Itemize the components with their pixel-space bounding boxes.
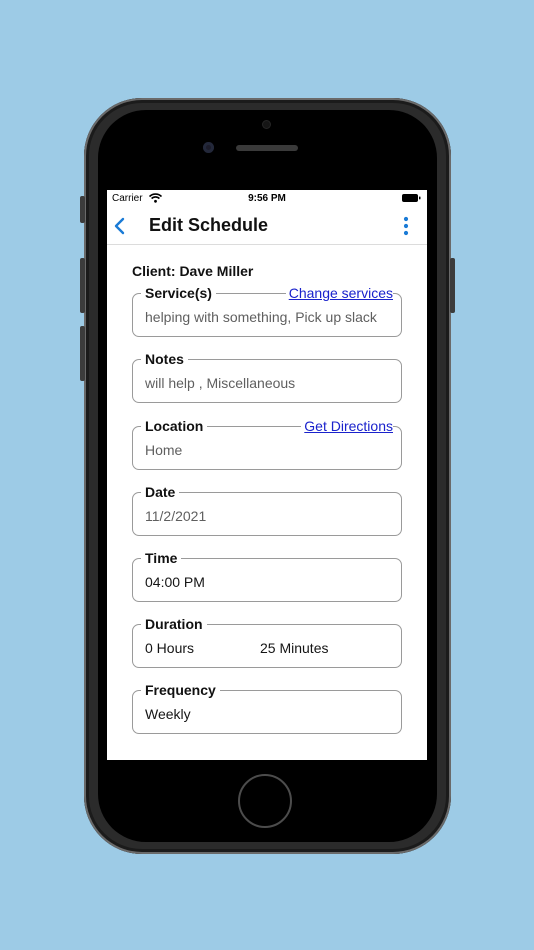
mute-switch [80, 196, 85, 223]
duration-label: Duration [141, 616, 207, 632]
frequency-label: Frequency [141, 682, 220, 698]
page-title: Edit Schedule [149, 215, 269, 235]
status-time: 9:56 PM [248, 193, 286, 204]
time-field[interactable]: Time 04:00 PM [132, 550, 402, 602]
time-value: 04:00 PM [145, 574, 205, 590]
notes-label: Notes [141, 351, 188, 367]
chevron-left-icon[interactable] [113, 216, 127, 236]
change-services-link[interactable]: Change services [285, 285, 393, 301]
services-field[interactable]: Service(s) Change services helping with … [132, 285, 402, 337]
time-label: Time [141, 550, 182, 566]
notes-value: will help , Miscellaneous [145, 375, 296, 391]
duration-minutes-value[interactable]: 25 Minutes [260, 640, 328, 656]
get-directions-link[interactable]: Get Directions [301, 418, 393, 434]
date-field[interactable]: Date 11/2/2021 [132, 484, 402, 536]
duration-field[interactable]: Duration 0 Hours 25 Minutes [132, 616, 402, 668]
date-value: 11/2/2021 [145, 508, 207, 524]
home-button[interactable] [238, 774, 292, 828]
duration-hours-value[interactable]: 0 Hours [145, 640, 194, 656]
navigation-bar: Edit Schedule [107, 208, 427, 245]
front-camera [203, 142, 214, 153]
services-value: helping with something, Pick up slack [145, 309, 377, 325]
volume-up-button [80, 258, 85, 313]
proximity-sensor [262, 120, 271, 129]
location-field[interactable]: Location Get Directions Home [132, 418, 402, 470]
client-name: Client: Dave Miller [132, 263, 254, 279]
volume-down-button [80, 326, 85, 381]
frequency-value: Weekly [145, 706, 191, 722]
location-value: Home [145, 442, 183, 458]
frequency-field[interactable]: Frequency Weekly [132, 682, 402, 734]
earpiece-speaker [236, 145, 298, 151]
location-label: Location [141, 418, 208, 434]
vertical-ellipsis-icon[interactable] [403, 216, 409, 236]
status-bar: Carrier 9:56 PM [107, 190, 427, 208]
notes-field[interactable]: Notes will help , Miscellaneous [132, 351, 402, 403]
app-screen: Carrier 9:56 PM Edit Schedule Client: Da… [107, 190, 427, 760]
power-button [450, 258, 455, 313]
services-label: Service(s) [141, 285, 216, 301]
date-label: Date [141, 484, 180, 500]
battery-icon [402, 194, 421, 202]
